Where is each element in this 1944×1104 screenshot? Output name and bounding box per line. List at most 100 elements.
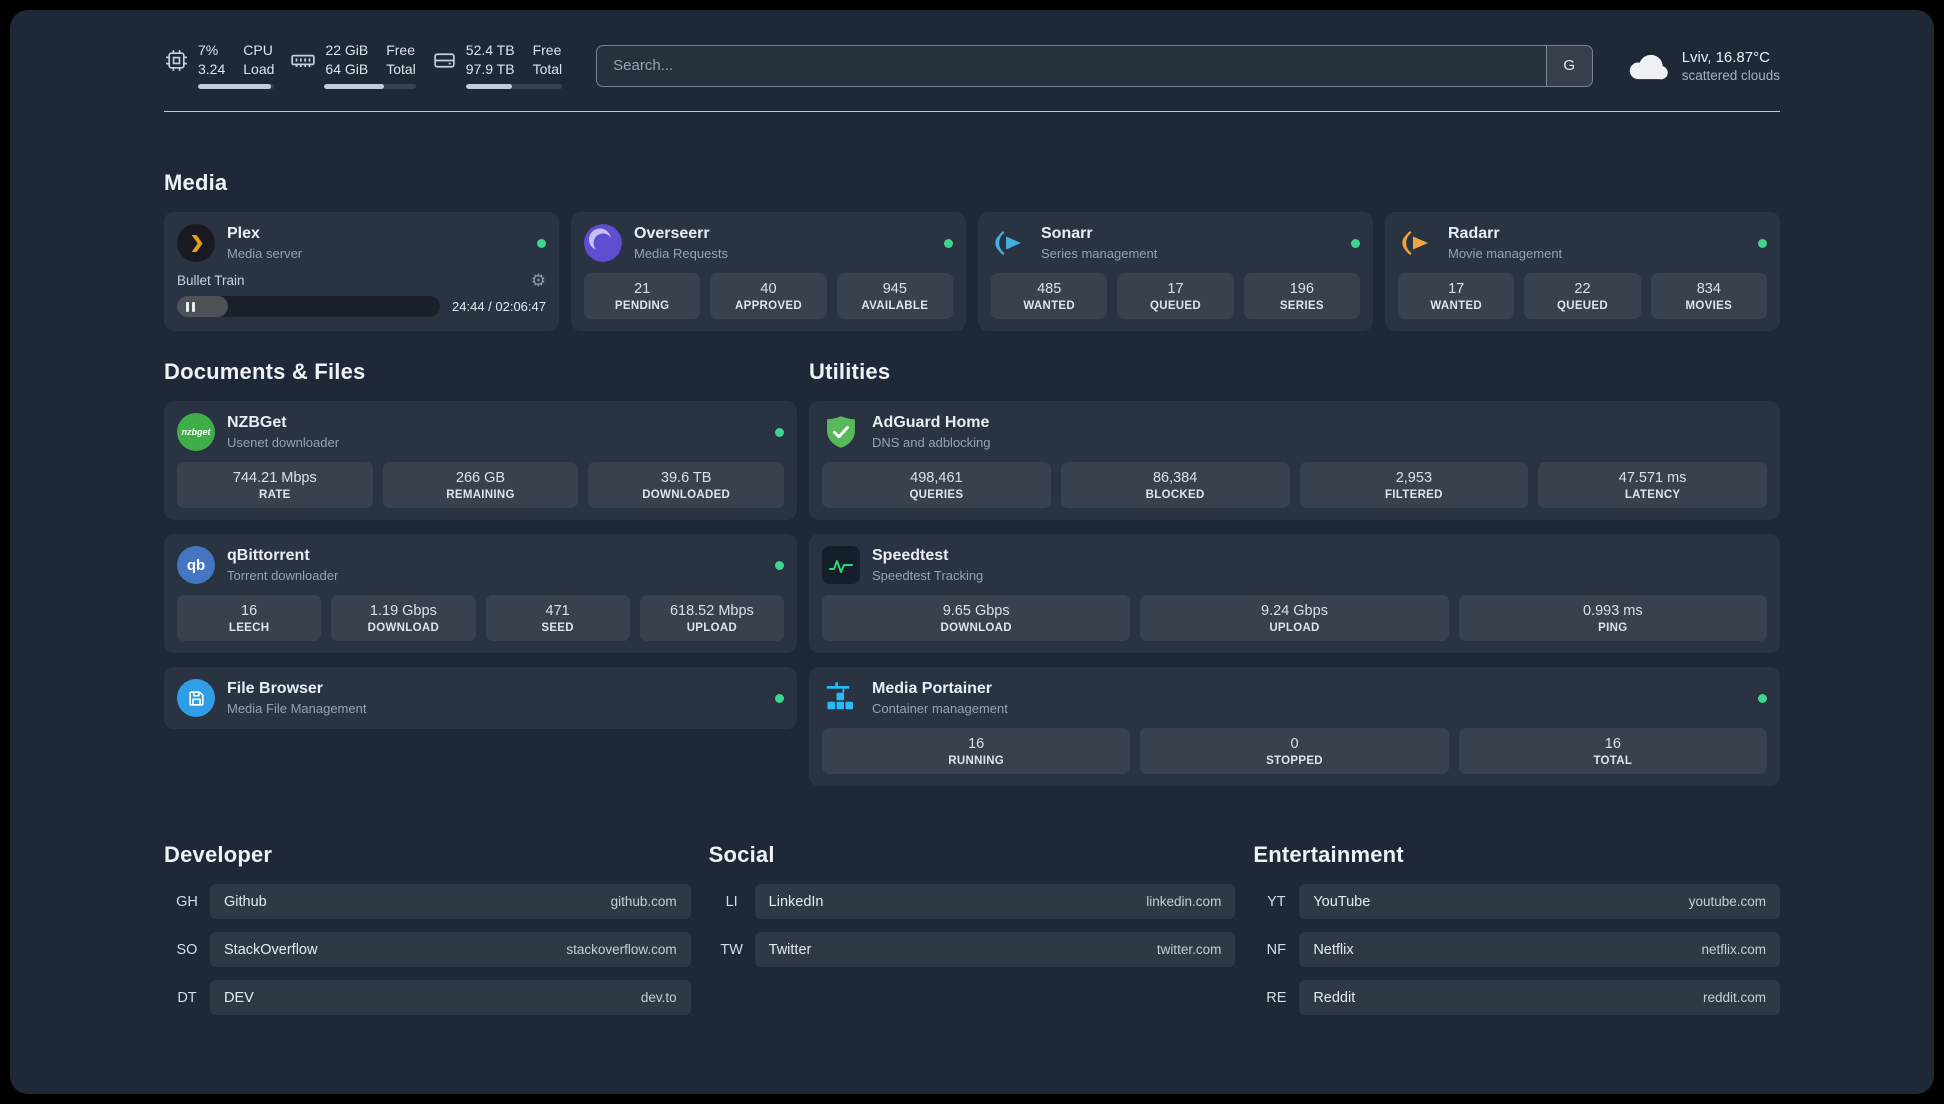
memory-widget: 22 GiB Free 64 GiB Total — [290, 42, 416, 89]
service-name: Speedtest — [872, 546, 949, 564]
service-name: Overseerr — [634, 224, 710, 242]
memory-progress-bar — [324, 84, 416, 89]
disk-progress-bar — [465, 84, 563, 89]
bookmark-abbr: SO — [176, 941, 198, 958]
stat-blocked: 86,384 BLOCKED — [1060, 462, 1290, 508]
service-text: File Browser Media File Management — [227, 680, 366, 716]
service-card-portainer[interactable]: Media Portainer Container management 16 … — [809, 667, 1780, 786]
service-name: Radarr — [1448, 224, 1500, 242]
bookmark-name: DEV — [224, 989, 254, 1006]
plex-icon — [177, 224, 215, 262]
service-text: Overseerr Media Requests — [634, 225, 728, 261]
status-dot — [944, 238, 953, 248]
stat-downloaded: 39.6 TB DOWNLOADED — [588, 462, 785, 508]
pause-icon[interactable] — [186, 301, 195, 312]
bookmark-url: twitter.com — [1156, 942, 1222, 957]
playback-progress-bar[interactable] — [177, 296, 441, 317]
service-card-sonarr[interactable]: Sonarr Series management 485 WANTED 17 Q… — [978, 212, 1373, 331]
section-media: Media Plex Media server Bullet Train ⚙ 2… — [164, 170, 1780, 331]
stat-running: 16 RUNNING — [822, 728, 1131, 774]
bookmark-abbr: YT — [1267, 893, 1286, 910]
top-bar: 7% CPU 3.24 Load 22 GiB Free 64 GiB Tota… — [164, 42, 1780, 89]
bookmark-dev[interactable]: DT DEV dev.to — [164, 980, 691, 1015]
bookmark-group-entertainment: Entertainment YT YouTube youtube.com NF … — [1253, 842, 1780, 1028]
weather-text: Lviv, 16.87°C scattered clouds — [1682, 49, 1780, 83]
status-dot — [775, 560, 784, 570]
service-desc: Media File Management — [227, 701, 367, 717]
bookmark-name: Reddit — [1313, 989, 1356, 1006]
bookmark-url: stackoverflow.com — [566, 942, 677, 957]
disk-widget: 52.4 TB Free 97.9 TB Total — [432, 42, 563, 89]
section-title-developer: Developer — [164, 842, 273, 867]
stat-upload: 618.52 Mbps UPLOAD — [639, 595, 784, 641]
service-card-filebrowser[interactable]: File Browser Media File Management — [164, 667, 797, 729]
weather-condition: scattered clouds — [1681, 67, 1780, 83]
bookmark-name: LinkedIn — [768, 893, 824, 910]
bookmark-reddit[interactable]: RE Reddit reddit.com — [1253, 980, 1780, 1015]
stat-latency: 47.571 ms LATENCY — [1538, 462, 1767, 508]
bookmark-linkedin[interactable]: LI LinkedIn linkedin.com — [709, 884, 1236, 919]
stats-row: 21 PENDING 40 APPROVED 945 AVAILABLE — [584, 273, 953, 319]
bookmark-abbr: LI — [725, 893, 738, 910]
bookmark-name: Netflix — [1313, 941, 1354, 958]
overseerr-icon — [584, 224, 622, 262]
bookmark-url: netflix.com — [1701, 942, 1766, 957]
service-name: Sonarr — [1041, 224, 1093, 242]
adguard-icon — [822, 413, 860, 451]
service-text: qBittorrent Torrent downloader — [227, 547, 338, 583]
gear-icon[interactable]: ⚙ — [531, 272, 546, 289]
search-input[interactable] — [597, 45, 1546, 86]
bookmark-url: linkedin.com — [1146, 894, 1222, 909]
memory-icon — [290, 47, 316, 73]
service-text: Speedtest Speedtest Tracking — [872, 547, 983, 583]
bookmark-twitter[interactable]: TW Twitter twitter.com — [709, 932, 1236, 967]
bookmark-netflix[interactable]: NF Netflix netflix.com — [1253, 932, 1780, 967]
search-bar: G — [596, 44, 1593, 87]
topbar-divider — [164, 111, 1780, 112]
service-card-overseerr[interactable]: Overseerr Media Requests 21 PENDING 40 A… — [571, 212, 966, 331]
bookmark-abbr: NF — [1266, 941, 1286, 958]
service-text: AdGuard Home DNS and adblocking — [872, 414, 991, 450]
weather-location: Lviv, 16.87°C — [1681, 48, 1770, 66]
stat-series: 196 SERIES — [1243, 273, 1360, 319]
stats-row: 485 WANTED 17 QUEUED 196 SERIES — [991, 273, 1360, 319]
bookmark-url: youtube.com — [1688, 894, 1766, 909]
bookmark-youtube[interactable]: YT YouTube youtube.com — [1253, 884, 1780, 919]
weather-widget: Lviv, 16.87°C scattered clouds — [1627, 49, 1780, 83]
status-dot — [1351, 238, 1360, 248]
section-documents: Documents & Files nzbget NZBGet Usenet d… — [164, 359, 797, 729]
cpu-widget: 7% CPU 3.24 Load — [164, 42, 275, 89]
stat-stopped: 0 STOPPED — [1140, 728, 1449, 774]
disk-icon — [432, 48, 457, 73]
status-dot — [537, 238, 546, 248]
service-desc: Speedtest Tracking — [872, 568, 984, 584]
status-dot — [1758, 238, 1767, 248]
stat-queries: 498,461 QUERIES — [822, 462, 1051, 508]
stat-queued: 22 QUEUED — [1524, 273, 1641, 319]
service-card-plex[interactable]: Plex Media server Bullet Train ⚙ 24:44 /… — [164, 212, 559, 331]
stats-row: 16 RUNNING 0 STOPPED 16 TOTAL — [822, 728, 1767, 774]
section-title-utilities: Utilities — [809, 359, 891, 384]
service-desc: Media Requests — [634, 246, 728, 262]
bookmark-url: reddit.com — [1702, 990, 1766, 1005]
service-card-radarr[interactable]: Radarr Movie management 17 WANTED 22 QUE… — [1385, 212, 1780, 331]
stat-wanted: 17 WANTED — [1398, 273, 1515, 319]
service-card-speedtest[interactable]: Speedtest Speedtest Tracking 9.65 Gbps D… — [809, 534, 1780, 653]
service-card-adguard[interactable]: AdGuard Home DNS and adblocking 498,461 … — [809, 401, 1780, 520]
service-name: AdGuard Home — [872, 413, 990, 431]
search-provider-button[interactable]: G — [1545, 45, 1592, 86]
speedtest-icon — [822, 546, 860, 584]
bookmark-stackoverflow[interactable]: SO StackOverflow stackoverflow.com — [164, 932, 691, 967]
service-text: Sonarr Series management — [1041, 225, 1157, 261]
now-playing-widget: Bullet Train ⚙ 24:44 / 02:06:47 — [177, 272, 546, 317]
section-title-entertainment: Entertainment — [1253, 842, 1404, 867]
stat-total: 16 TOTAL — [1458, 728, 1767, 774]
service-desc: Container management — [872, 701, 1008, 717]
service-card-qbittorrent[interactable]: qb qBittorrent Torrent downloader 16 LEE… — [164, 534, 797, 653]
service-desc: DNS and adblocking — [872, 435, 991, 451]
service-desc: Media server — [227, 246, 303, 262]
cpu-progress-bar — [198, 84, 275, 89]
bookmark-github[interactable]: GH Github github.com — [164, 884, 691, 919]
stat-rate: 744.21 Mbps RATE — [177, 462, 373, 508]
service-card-nzbget[interactable]: nzbget NZBGet Usenet downloader 744.21 M… — [164, 401, 797, 520]
